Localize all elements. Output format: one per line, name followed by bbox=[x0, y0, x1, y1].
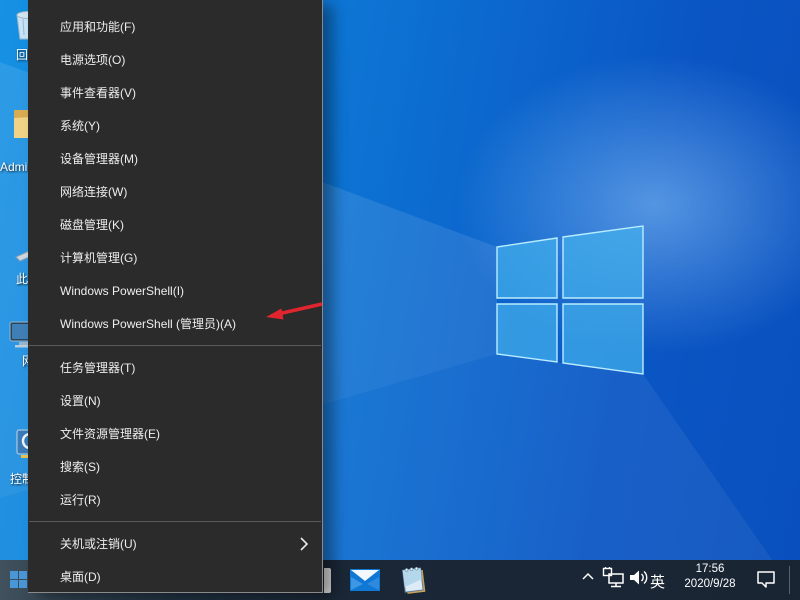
menu-item-label: 电源选项(O) bbox=[60, 51, 125, 68]
user-folder-icon[interactable] bbox=[12, 102, 28, 147]
menu-item[interactable]: Windows PowerShell(I) bbox=[28, 274, 322, 307]
menu-separator bbox=[29, 345, 321, 346]
show-desktop-divider[interactable] bbox=[789, 566, 790, 594]
menu-item[interactable]: 设置(N) bbox=[28, 384, 322, 417]
input-language-indicator[interactable]: 英 bbox=[650, 571, 665, 592]
menu-item-label: 磁盘管理(K) bbox=[60, 216, 124, 233]
menu-item[interactable]: 应用和功能(F) bbox=[28, 10, 322, 43]
partially-covered-taskbar-icon[interactable] bbox=[324, 568, 331, 593]
menu-item-label: 事件查看器(V) bbox=[60, 84, 136, 101]
desktop-icon-label[interactable]: Administrator bbox=[0, 160, 28, 174]
tray-network-icon[interactable] bbox=[602, 567, 626, 594]
menu-item[interactable]: 系统(Y) bbox=[28, 109, 322, 142]
menu-item[interactable]: 设备管理器(M) bbox=[28, 142, 322, 175]
action-center-icon[interactable] bbox=[755, 569, 777, 596]
menu-item-label: 系统(Y) bbox=[60, 117, 100, 134]
clock-date: 2020/9/28 bbox=[680, 577, 740, 592]
menu-item[interactable]: 磁盘管理(K) bbox=[28, 208, 322, 241]
menu-item[interactable]: 运行(R) bbox=[28, 483, 322, 516]
desktop-icon-column: 回收站 Administrator 此电脑 网络 控制面板 bbox=[0, 0, 28, 560]
menu-item[interactable]: 事件查看器(V) bbox=[28, 76, 322, 109]
desktop-icon-label[interactable]: 回收站 bbox=[16, 46, 28, 63]
menu-item[interactable]: 桌面(D) bbox=[28, 560, 322, 593]
submenu-chevron-icon bbox=[299, 536, 309, 552]
mail-icon bbox=[348, 567, 382, 593]
clock-time: 17:56 bbox=[680, 562, 740, 577]
menu-item-label: 设置(N) bbox=[60, 392, 101, 409]
recycle-bin-icon[interactable] bbox=[10, 5, 28, 48]
this-pc-icon[interactable] bbox=[14, 243, 28, 272]
menu-item-label: 文件资源管理器(E) bbox=[60, 425, 160, 442]
menu-item-label: 计算机管理(G) bbox=[60, 249, 137, 266]
menu-item-label: Windows PowerShell(I) bbox=[60, 284, 184, 298]
menu-item[interactable]: 搜索(S) bbox=[28, 450, 322, 483]
tray-chevron-up-icon[interactable] bbox=[581, 569, 595, 587]
control-panel-icon[interactable] bbox=[15, 428, 28, 465]
winx-menu: 应用和功能(F) 电源选项(O) 事件查看器(V) 系统(Y) 设备管理器(M) 网络连接… bbox=[28, 0, 323, 593]
menu-item[interactable]: 任务管理器(T) bbox=[28, 351, 322, 384]
menu-item[interactable]: 网络连接(W) bbox=[28, 175, 322, 208]
menu-item[interactable]: 计算机管理(G) bbox=[28, 241, 322, 274]
menu-item[interactable]: 电源选项(O) bbox=[28, 43, 322, 76]
menu-item[interactable]: Windows PowerShell (管理员)(A) bbox=[28, 307, 322, 340]
menu-item-label: 关机或注销(U) bbox=[60, 535, 137, 552]
notepad-icon bbox=[400, 566, 428, 595]
menu-item-shutdown[interactable]: 关机或注销(U) bbox=[28, 527, 322, 560]
menu-item-label: 桌面(D) bbox=[60, 568, 101, 585]
menu-item-label: 应用和功能(F) bbox=[60, 18, 135, 35]
menu-item-label: 任务管理器(T) bbox=[60, 359, 135, 376]
taskbar-icon-notepad[interactable] bbox=[400, 566, 428, 600]
menu-separator bbox=[29, 521, 321, 522]
menu-item-label: 网络连接(W) bbox=[60, 183, 127, 200]
menu-item-label: Windows PowerShell (管理员)(A) bbox=[60, 315, 236, 332]
desktop-icon-label[interactable]: 此电脑 bbox=[16, 270, 28, 287]
taskbar-icon-mail[interactable] bbox=[348, 567, 382, 598]
menu-item-label: 设备管理器(M) bbox=[60, 150, 138, 167]
start-button[interactable] bbox=[10, 571, 27, 588]
active-app-indicator bbox=[395, 596, 425, 599]
taskbar-clock[interactable]: 17:56 2020/9/28 bbox=[680, 562, 740, 598]
windows-start-icon bbox=[10, 571, 27, 588]
menu-item[interactable]: 文件资源管理器(E) bbox=[28, 417, 322, 450]
tray-volume-icon[interactable] bbox=[629, 568, 650, 592]
menu-item-label: 运行(R) bbox=[60, 491, 101, 508]
menu-item-label: 搜索(S) bbox=[60, 458, 100, 475]
desktop-icon-label[interactable]: 控制面板 bbox=[10, 470, 28, 487]
network-icon[interactable] bbox=[8, 320, 28, 355]
